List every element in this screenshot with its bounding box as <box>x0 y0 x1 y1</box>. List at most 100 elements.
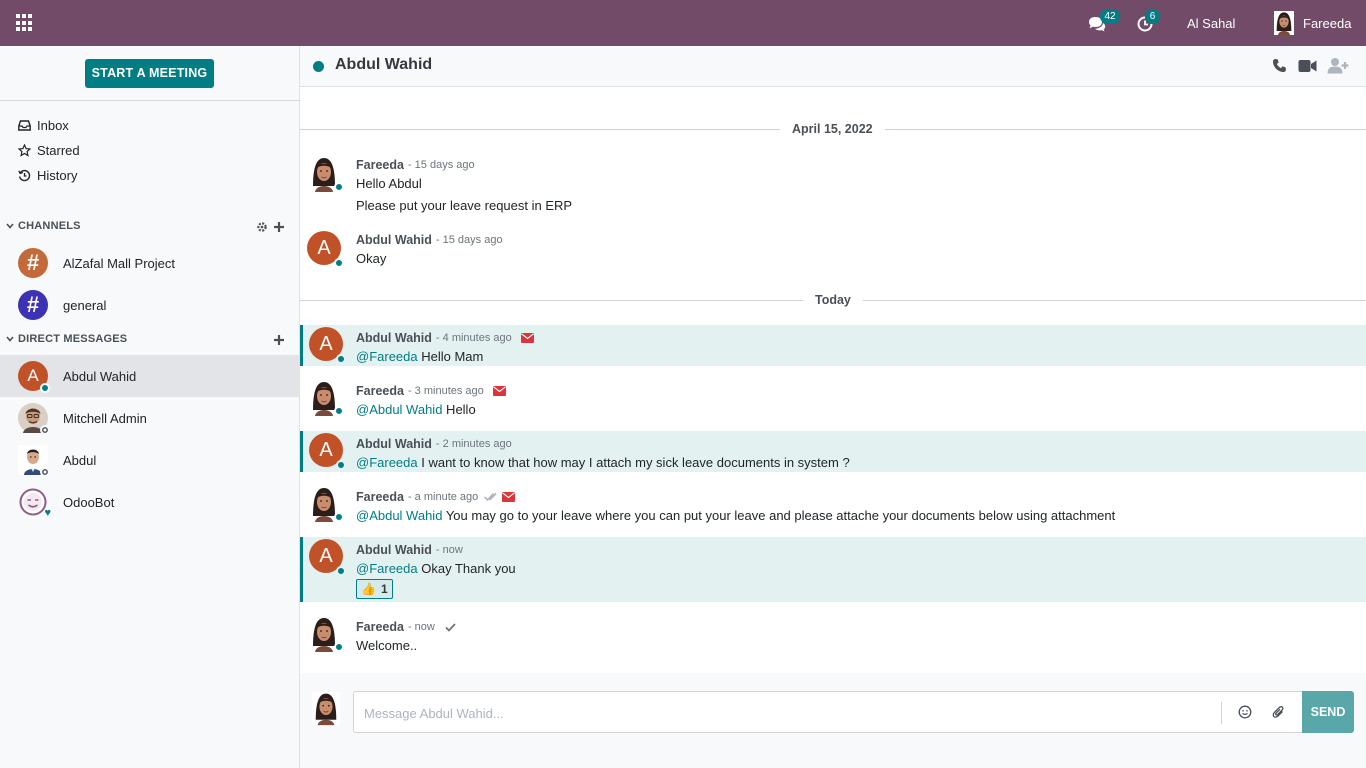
video-camera-icon[interactable] <box>1298 59 1317 73</box>
avatar[interactable] <box>309 380 344 416</box>
message-date: - now <box>435 544 463 556</box>
message-text: Hello Mam <box>417 349 484 364</box>
send-button[interactable]: SEND <box>1302 691 1354 733</box>
user-menu[interactable]: Fareeda <box>1274 11 1351 35</box>
message-author[interactable]: Abdul Wahid <box>356 233 432 247</box>
sidebar-item-starred[interactable]: Starred <box>18 140 80 160</box>
mention-link[interactable]: @Fareeda <box>356 561 418 576</box>
company-switcher[interactable]: Al Sahal <box>1187 16 1235 31</box>
avatar[interactable] <box>309 156 344 192</box>
message-author[interactable]: Fareeda <box>356 490 404 504</box>
sidebar-item-mitchell-admin[interactable]: Mitchell Admin <box>0 397 299 439</box>
avatar[interactable] <box>309 486 344 522</box>
message-item[interactable]: A Abdul Wahid - 15 days ago Okay <box>300 231 1366 273</box>
avatar-letter: A <box>309 327 346 364</box>
avatar[interactable]: A <box>309 327 346 364</box>
star-icon <box>18 143 31 157</box>
apps-menu-icon[interactable] <box>16 14 34 32</box>
date-separator: April 15, 2022 <box>300 121 1366 137</box>
add-user-icon[interactable] <box>1327 57 1349 74</box>
message-text: You may go to your leave where you can p… <box>442 508 1116 523</box>
add-channel-icon[interactable] <box>273 221 285 233</box>
message-item[interactable]: A Abdul Wahid - now @Fareeda Okay Thank y… <box>300 537 1366 602</box>
message-item[interactable]: Fareeda - 15 days ago Hello Abdul Please … <box>300 156 1366 218</box>
thread-header: Abdul Wahid <box>300 46 1366 87</box>
message-date: - 15 days ago <box>407 159 475 171</box>
message-text: Okay <box>356 251 387 266</box>
composer-divider <box>1221 702 1222 724</box>
message-author[interactable]: Abdul Wahid <box>356 437 432 451</box>
message-item[interactable]: Fareeda - now Welcome.. <box>300 616 1366 658</box>
message-author[interactable]: Fareeda <box>356 384 404 398</box>
avatar[interactable] <box>309 616 344 652</box>
message-composer: SEND <box>300 673 1366 768</box>
message-item[interactable]: A Abdul Wahid - 2 minutes ago @Fareeda I … <box>300 431 1366 472</box>
top-navbar: 42 6 Al Sahal Fareeda <box>0 0 1366 46</box>
avatar-letter: A <box>307 231 344 268</box>
sidebar-item-abdul[interactable]: Abdul <box>0 439 299 481</box>
avatar[interactable]: A <box>307 231 344 268</box>
avatar <box>18 445 50 477</box>
envelope-icon <box>520 333 534 343</box>
message-item[interactable]: A Abdul Wahid - 4 minutes ago @Fareeda He… <box>300 325 1366 366</box>
mention-link[interactable]: @Abdul Wahid <box>356 508 442 523</box>
activities-menu[interactable]: 6 <box>1137 9 1160 33</box>
paperclip-icon[interactable] <box>1272 705 1285 719</box>
inbox-icon <box>18 119 31 131</box>
channels-settings-icon[interactable] <box>256 221 268 233</box>
check-icon <box>445 622 456 632</box>
mention-link[interactable]: @Fareeda <box>356 349 418 364</box>
sidebar-divider <box>0 100 300 101</box>
message-author[interactable]: Fareeda <box>356 158 404 172</box>
sidebar-item-alzafal-mall-project[interactable]: # AlZafal Mall Project <box>0 242 299 284</box>
online-status-icon <box>334 258 344 268</box>
avatar-initial: A <box>27 366 39 385</box>
message-date: - now <box>407 621 435 633</box>
sidebar-item-inbox[interactable]: Inbox <box>18 115 69 135</box>
emoji-icon[interactable] <box>1238 705 1252 719</box>
sidebar-item-label: general <box>63 297 107 313</box>
start-meeting-button[interactable]: START A MEETING <box>85 59 214 88</box>
sidebar-item-label: OdooBot <box>63 494 115 510</box>
phone-icon[interactable] <box>1272 58 1287 73</box>
sidebar-item-history[interactable]: History <box>18 165 77 185</box>
direct-messages-category-toggle[interactable]: DIRECT MESSAGES <box>6 331 127 347</box>
reaction-thumbs-up[interactable]: 👍 1 <box>356 579 393 599</box>
date-separator: Today <box>300 292 1366 308</box>
message-author[interactable]: Abdul Wahid <box>356 331 432 345</box>
activities-counter-badge: 6 <box>1145 9 1160 24</box>
message-author[interactable]: Fareeda <box>356 620 404 634</box>
thread-title[interactable]: Abdul Wahid <box>335 56 432 74</box>
channel-hash-icon: # <box>18 248 48 278</box>
online-status-icon <box>336 460 346 470</box>
message-input[interactable] <box>364 702 1204 724</box>
sidebar-item-abdul-wahid[interactable]: A Abdul Wahid <box>0 355 299 397</box>
messaging-menu[interactable]: 42 <box>1088 9 1120 33</box>
avatar[interactable]: A <box>309 539 346 576</box>
avatar-initial: A <box>319 438 333 461</box>
avatar-initial: A <box>317 236 331 259</box>
message-list[interactable]: April 15, 2022 Fareeda - 15 days ago Hell… <box>300 87 1366 673</box>
discuss-sidebar: START A MEETING Inbox Starred History CH… <box>0 46 300 768</box>
message-author[interactable]: Abdul Wahid <box>356 543 432 557</box>
sidebar-item-odoobot[interactable]: ♥ OdooBot <box>0 481 299 523</box>
message-date: - 15 days ago <box>435 234 503 246</box>
online-status-icon <box>334 182 344 192</box>
channels-category-toggle[interactable]: CHANNELS <box>6 218 81 234</box>
channels-header: CHANNELS <box>18 220 81 232</box>
heart-status-icon: ♥ <box>44 507 51 519</box>
envelope-icon <box>502 492 516 502</box>
message-item[interactable]: Fareeda - 3 minutes ago @Abdul Wahid Hell… <box>300 380 1366 420</box>
avatar-letter: A <box>309 433 346 470</box>
avatar[interactable]: A <box>309 433 346 470</box>
add-direct-message-icon[interactable] <box>273 334 285 346</box>
messages-counter-badge: 42 <box>1100 9 1120 24</box>
envelope-icon <box>492 386 506 396</box>
user-name: Fareeda <box>1303 15 1352 31</box>
mention-link[interactable]: @Fareeda <box>356 455 418 470</box>
message-item[interactable]: Fareeda - a minute ago @Abdul Wahid You m… <box>300 486 1366 526</box>
mention-link[interactable]: @Abdul Wahid <box>356 402 442 417</box>
offline-status-icon <box>40 425 50 435</box>
sidebar-item-general[interactable]: # general <box>0 284 299 326</box>
double-check-icon <box>484 492 497 502</box>
